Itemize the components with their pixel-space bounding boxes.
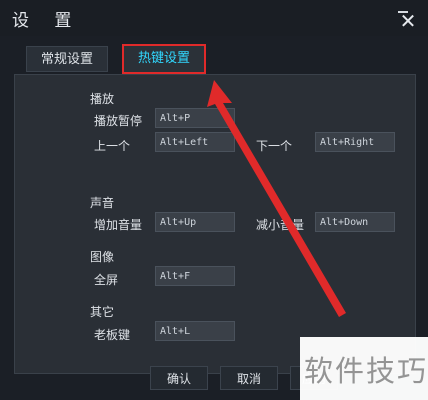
hotkey-input-fullscreen[interactable]: Alt+F [155,266,235,286]
hotkey-input-boss-key[interactable]: Alt+L [155,321,235,341]
tab-general-settings[interactable]: 常规设置 [26,46,108,72]
tab-hotkey-settings[interactable]: 热键设置 [122,44,206,74]
label-boss-key: 老板键 [94,328,131,342]
hotkey-input-next[interactable]: Alt+Right [315,132,395,152]
window-title: 设 置 [12,11,82,31]
label-volume-up: 增加音量 [94,218,143,232]
label-next: 下一个 [256,139,293,153]
label-previous: 上一个 [94,139,131,153]
section-title-image: 图像 [90,250,115,264]
section-title-playback: 播放 [90,92,115,106]
close-icon[interactable]: ✕ [398,10,418,32]
hotkey-input-volume-up[interactable]: Alt+Up [155,212,235,232]
hotkey-input-play-pause[interactable]: Alt+P [155,108,235,128]
section-title-sound: 声音 [90,196,115,210]
label-play-pause: 播放暂停 [94,114,143,128]
hotkey-input-previous[interactable]: Alt+Left [155,132,235,152]
section-title-other: 其它 [90,305,115,319]
ok-button[interactable]: 确认 [150,366,208,390]
label-fullscreen: 全屏 [94,273,119,287]
watermark: 软件技巧 [304,354,428,388]
cancel-button[interactable]: 取消 [220,366,278,390]
hotkey-input-volume-down[interactable]: Alt+Down [315,212,395,232]
label-volume-down: 减小音量 [256,218,305,232]
